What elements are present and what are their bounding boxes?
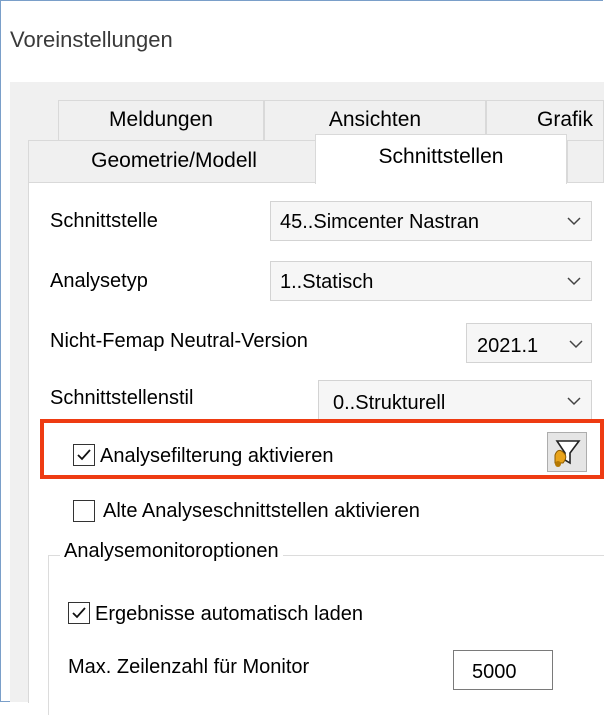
checkmark-icon <box>77 449 91 461</box>
max-lines-label: Max. Zeilenzahl für Monitor <box>68 656 310 678</box>
chevron-down-icon <box>567 397 581 406</box>
neutral-version-value: 2021.1 <box>477 335 539 357</box>
old-interfaces-label: Alte Analyseschnittstellen aktivieren <box>103 500 420 522</box>
interface-style-value: 0..Strukturell <box>333 392 446 414</box>
tab-label: Ansichten <box>328 108 422 131</box>
filter-button[interactable] <box>547 432 587 472</box>
analysis-type-dropdown[interactable]: 1..Statisch <box>270 261 592 301</box>
chevron-down-icon <box>569 340 583 349</box>
max-lines-value: 5000 <box>472 661 517 683</box>
window-title: Voreinstellungen <box>10 27 173 52</box>
tab-label: Grafik <box>537 108 594 131</box>
interface-dropdown[interactable]: 45..Simcenter Nastran <box>270 201 592 241</box>
interface-style-label: Schnittstellenstil <box>50 387 194 409</box>
old-interfaces-checkbox[interactable] <box>73 500 95 522</box>
chevron-down-icon <box>567 217 581 226</box>
tab-label: Schnittstellen <box>378 145 504 168</box>
interface-style-dropdown[interactable]: 0..Strukturell <box>318 380 592 420</box>
max-lines-input[interactable]: 5000 <box>453 650 553 690</box>
tab-label: Meldungen <box>109 108 213 131</box>
tab-schnittstellen[interactable]: Schnittstellen <box>315 134 567 184</box>
auto-load-checkbox[interactable] <box>68 602 90 624</box>
monitor-options-title: Analysemonitoroptionen <box>60 540 283 563</box>
checkmark-icon <box>72 607 86 619</box>
monitor-options-group <box>48 555 604 715</box>
auto-load-label: Ergebnisse automatisch laden <box>95 603 363 625</box>
analysis-filter-checkbox[interactable] <box>73 444 95 466</box>
tab-label: Geometrie/Modell <box>91 149 257 172</box>
interface-value: 45..Simcenter Nastran <box>280 211 479 233</box>
tab-geometrie-modell[interactable]: Geometrie/Modell <box>28 140 320 182</box>
funnel-filter-icon <box>554 440 581 467</box>
tab-row2-spacer <box>567 140 604 182</box>
neutral-version-dropdown[interactable]: 2021.1 <box>466 323 592 363</box>
neutral-version-label: Nicht-Femap Neutral-Version <box>50 330 308 352</box>
tab-meldungen[interactable]: Meldungen <box>58 100 264 140</box>
analysis-type-value: 1..Statisch <box>280 271 374 293</box>
analysis-type-label: Analysetyp <box>50 270 148 292</box>
analysis-filter-label: Analysefilterung aktivieren <box>100 445 334 467</box>
interface-label: Schnittstelle <box>50 210 158 232</box>
chevron-down-icon <box>567 277 581 286</box>
